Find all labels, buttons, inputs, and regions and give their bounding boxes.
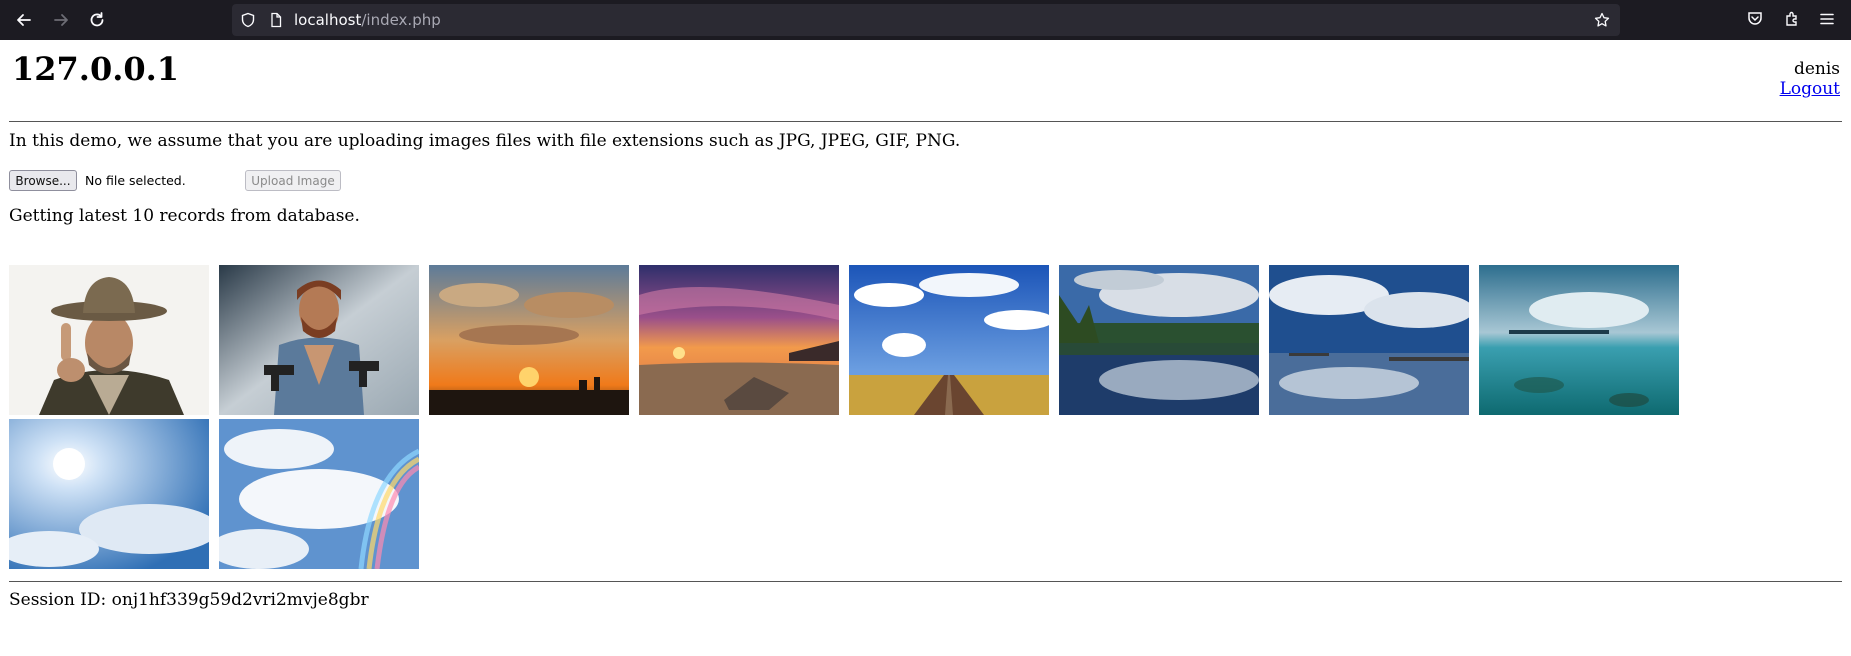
intro-text: In this demo, we assume that you are upl… (9, 131, 961, 151)
username: denis (1793, 59, 1840, 79)
gallery-image-sunset-clouds-city[interactable] (429, 265, 629, 415)
browser-toolbar: localhost/index.php (0, 0, 1851, 40)
gallery-image-turquoise-sea-clouds[interactable] (1479, 265, 1679, 415)
top-divider (9, 121, 1842, 122)
forward-icon[interactable] (47, 6, 75, 34)
gallery-image-sun-rays-clouds[interactable] (9, 419, 209, 569)
user-box: denis Logout (1780, 59, 1840, 99)
browse-button[interactable]: Browse... (9, 170, 77, 191)
url-path: /index.php (361, 11, 441, 29)
back-icon[interactable] (10, 6, 38, 34)
url-text[interactable]: localhost/index.php (294, 11, 441, 29)
gallery-image-lake-forest-reflection[interactable] (1059, 265, 1259, 415)
gallery-image-rainbow-clouds[interactable] (219, 419, 419, 569)
bookmark-star-icon[interactable] (1594, 12, 1610, 28)
reload-icon[interactable] (83, 6, 111, 34)
gallery-image-man-with-guns[interactable] (219, 265, 419, 415)
upload-image-button[interactable]: Upload Image (245, 170, 341, 191)
file-status: No file selected. (85, 173, 186, 188)
logout-link[interactable]: Logout (1780, 79, 1840, 99)
menu-icon[interactable] (1818, 10, 1836, 28)
extensions-icon[interactable] (1783, 10, 1801, 28)
gallery-image-beach-sunset-rock[interactable] (639, 265, 839, 415)
pocket-icon[interactable] (1746, 10, 1764, 28)
bottom-divider (9, 581, 1842, 582)
site-title: 127.0.0.1 (12, 50, 180, 88)
gallery-image-man-in-cowboy-hat[interactable] (9, 265, 209, 415)
address-bar[interactable]: localhost/index.php (232, 4, 1620, 36)
url-host: localhost (294, 11, 362, 29)
session-id-text: Session ID: onj1hf339g59d2vri2mvje8gbr (9, 590, 369, 610)
gallery-image-road-to-horizon-clouds[interactable] (849, 265, 1049, 415)
shield-icon[interactable] (240, 12, 256, 28)
page-content: 127.0.0.1 denis Logout In this demo, we … (0, 40, 1851, 656)
records-text: Getting latest 10 records from database. (9, 206, 360, 226)
page-icon[interactable] (268, 12, 284, 28)
gallery-image-pier-cloud-reflection[interactable] (1269, 265, 1469, 415)
